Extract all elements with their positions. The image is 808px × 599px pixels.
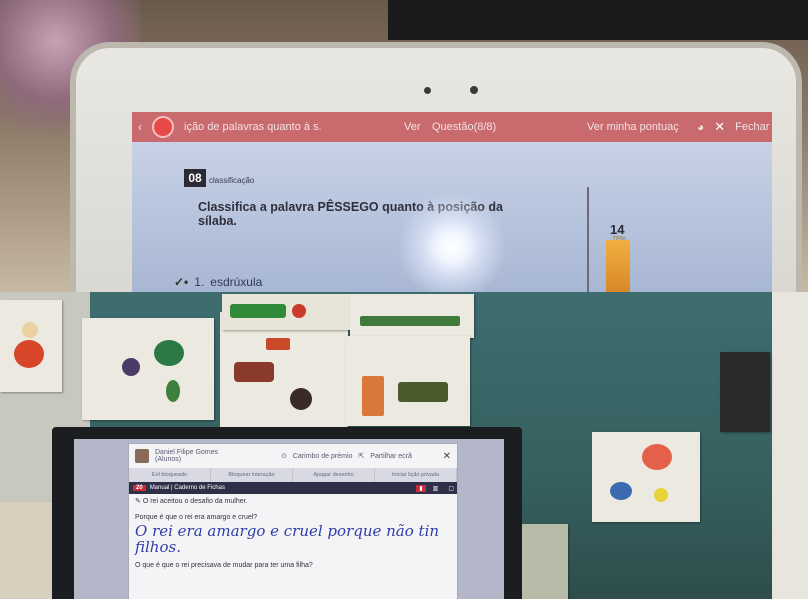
answer-text: esdrúxula (210, 275, 263, 289)
app-tabs: Eril bloqueado Bloquear interação Apagar… (129, 468, 457, 482)
back-chevron-icon[interactable]: ‹ (138, 120, 142, 134)
score-value: 14 (610, 222, 625, 237)
award-link[interactable]: Carimbo de prémio (293, 453, 353, 460)
tab-item[interactable]: Bloquear interação (211, 468, 293, 482)
dark-object (720, 352, 770, 432)
quiz-title: ição de palavras quanto à s. (184, 121, 322, 133)
answer-index: 1. (194, 275, 205, 289)
tab-item[interactable]: Apagar desenho (293, 468, 375, 482)
child-drawing-4 (346, 336, 470, 426)
user-status: (Alunos) (155, 456, 182, 463)
share-icon[interactable]: ⇱ (358, 452, 364, 460)
worksheet-text: O rei aceitou o desafio da mulher. (142, 498, 248, 505)
worksheet-line: ✎ O rei aceitou o desafio da mulher. (135, 497, 451, 507)
tab-item[interactable]: Iniciar lição privada (375, 468, 457, 482)
classroom-photo: Daniel Filipe Gomes (Alunos) ⊙ Carimbo d… (0, 292, 808, 599)
white-wall (772, 292, 808, 599)
tablet-sensor (424, 87, 431, 94)
answer-option[interactable]: ✓• 1. esdrúxula (174, 275, 262, 289)
pages-icon[interactable]: ▥ (430, 485, 442, 492)
child-drawing-top (222, 294, 350, 330)
question-counter: Questão(8/8) (432, 121, 497, 133)
book-titlebar: 20 Manual | Caderno de Fichas ▮ ▥ ▢ (129, 482, 457, 494)
handwritten-answer: O rei era amargo e cruel porque não tin … (135, 522, 440, 556)
checkmark-icon: ✓• (174, 275, 189, 289)
child-drawing-6 (0, 502, 52, 599)
share-link[interactable]: Partilhar ecrã (370, 453, 412, 460)
computer-monitor: Daniel Filipe Gomes (Alunos) ⊙ Carimbo d… (52, 427, 522, 599)
child-drawing-7 (520, 524, 568, 599)
score-link[interactable]: Ver minha pontuaç (587, 121, 687, 133)
tutor-app-window: Daniel Filipe Gomes (Alunos) ⊙ Carimbo d… (128, 443, 458, 599)
dark-background (388, 0, 808, 40)
light-glare (397, 192, 507, 292)
user-info: Daniel Filipe Gomes (Alunos) (155, 449, 275, 463)
page-icon[interactable]: ▢ (445, 485, 457, 492)
page-number: 20 (133, 485, 146, 491)
score-bar (606, 240, 630, 292)
worksheet: ✎ O rei aceitou o desafio da mulher. Por… (129, 494, 457, 574)
tablet-camera (470, 86, 478, 94)
user-name: Daniel Filipe Gomes (155, 449, 219, 456)
bookmark-icon[interactable]: ▮ (416, 484, 426, 492)
child-drawing-2 (82, 318, 214, 420)
results-divider (587, 187, 589, 292)
child-drawing-1 (0, 300, 62, 392)
ver-link[interactable]: Ver (404, 121, 422, 133)
monitor-screen: Daniel Filipe Gomes (Alunos) ⊙ Carimbo d… (74, 439, 504, 599)
pen-icon: ✎ (135, 498, 141, 505)
quiz-toolbar: ‹ ição de palavras quanto à s. Ver Quest… (132, 112, 772, 142)
question-number: 08 (184, 169, 206, 187)
pie-chart-icon[interactable]: ◕ (697, 120, 704, 134)
tablet-screen: ‹ ição de palavras quanto à s. Ver Quest… (132, 112, 772, 292)
app-header: Daniel Filipe Gomes (Alunos) ⊙ Carimbo d… (129, 444, 457, 468)
app-logo-icon (152, 116, 174, 138)
avatar (135, 449, 149, 463)
tab-item[interactable]: Eril bloqueado (129, 468, 211, 482)
tablet-photo: ‹ ição de palavras quanto à s. Ver Quest… (0, 0, 808, 292)
close-icon[interactable]: ✕ (714, 119, 725, 135)
close-label[interactable]: Fechar (735, 121, 769, 133)
child-drawing-5 (592, 432, 700, 522)
award-icon[interactable]: ⊙ (281, 452, 287, 460)
question-2: O que é que o rei precisava de mudar par… (135, 562, 313, 569)
child-drawing-flowers (350, 294, 474, 338)
close-icon[interactable]: ✕ (443, 451, 451, 462)
question-category: classificação (209, 176, 255, 185)
book-title: Manual | Caderno de Fichas (149, 485, 225, 491)
